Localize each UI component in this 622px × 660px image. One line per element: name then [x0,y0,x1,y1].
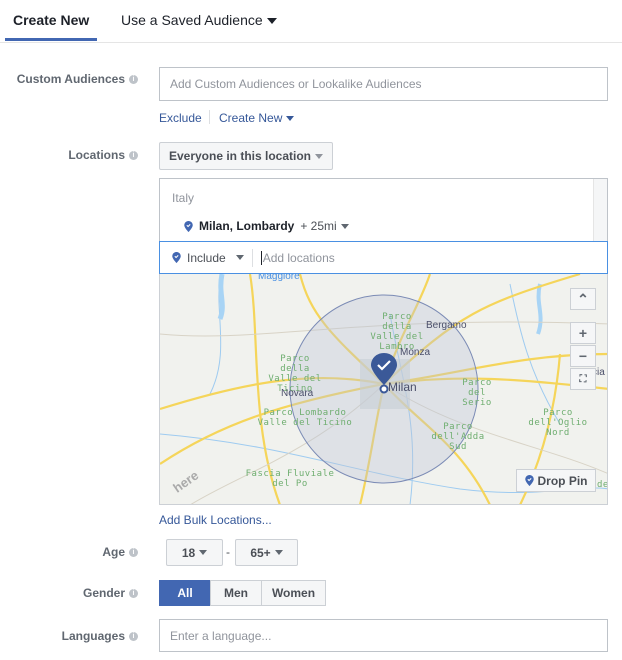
gender-men-button[interactable]: Men [210,580,262,606]
caret-down-icon [199,550,208,555]
tab-create-new[interactable]: Create New [13,12,89,28]
info-icon[interactable]: i [129,547,138,557]
languages-label: Languages i [62,629,138,643]
map-label-lambro: Parco della Valle del Lambro [370,312,424,352]
gender-label: Gender i [83,586,138,600]
label-text: Gender [82,586,125,600]
tab-use-saved-audience[interactable]: Use a Saved Audience [121,12,277,28]
location-pin-icon [184,220,193,232]
exclude-link[interactable]: Exclude [159,111,202,125]
drop-pin-label: Drop Pin [537,473,588,488]
radius-value: + 25mi [300,219,337,233]
add-locations-input[interactable]: Add locations [260,250,335,265]
gender-women-button[interactable]: Women [261,580,326,606]
gender-all-button[interactable]: All [159,580,211,606]
age-label: Age i [102,545,138,559]
add-locations-row: Include Add locations [159,241,608,274]
collapse-map-button[interactable]: ⌃ [570,288,596,310]
caret-down-icon [266,18,277,25]
include-label: Include [187,250,226,265]
zoom-out-button[interactable]: − [570,345,596,367]
divider [209,110,210,124]
map-label-milan: Milan [388,380,417,394]
map-label-oglio: Parco dell'Oglio Nord [528,408,588,438]
info-icon[interactable]: i [129,150,138,160]
location-map[interactable]: Maggiore Parco della Valle del Lambro Be… [159,274,608,505]
caret-down-icon [274,550,283,555]
audience-tabs: Create New Use a Saved Audience [0,0,622,43]
age-max-dropdown[interactable]: 65+ [235,539,298,566]
custom-audiences-label: Custom Audiences i [17,72,138,86]
caret-down-icon [235,255,244,260]
map-label-monza: Monza [400,347,431,358]
map-label-maggiore: Maggiore [258,274,300,282]
label-text: Age [102,545,125,559]
location-pin-icon [524,475,534,486]
add-bulk-locations-link[interactable]: Add Bulk Locations... [159,513,272,527]
label-text: Locations [68,148,125,162]
map-label-serio: Parco del Serio [462,378,492,408]
tab-label: Use a Saved Audience [121,12,263,28]
map-label-bergamo: Bergamo [426,320,467,331]
focus-icon: ⛶ [579,373,587,385]
age-max-value: 65+ [250,545,271,560]
caret-down-icon [340,224,349,230]
custom-audiences-input[interactable]: Add Custom Audiences or Lookalike Audien… [159,67,608,101]
label-text: Languages [61,629,125,643]
location-pin-icon [172,252,181,263]
languages-input[interactable]: Enter a language... [159,619,608,652]
map-label-adda: Parco dell'Adda Sud [431,422,485,452]
placeholder: Enter a language... [170,628,272,643]
age-min-value: 18 [181,545,196,560]
selected-location: Milan, Lombardy + 25mi [184,219,349,233]
label-text: Custom Audiences [16,72,125,86]
map-label-edge2: de [597,480,608,490]
info-icon[interactable]: i [129,631,138,641]
country-heading: Italy [172,191,195,205]
zoom-in-button[interactable]: + [570,322,596,344]
map-label-lombardo: Parco Lombardo Valle del Ticino [257,408,353,428]
map-label-po: Fascia Fluviale del Po [245,469,335,489]
create-new-dropdown[interactable]: Create New [219,111,295,125]
locations-label: Locations i [68,148,138,162]
scrollbar[interactable] [593,179,607,242]
info-icon[interactable]: i [129,588,138,598]
caret-down-icon [315,153,324,159]
active-tab-indicator [5,38,97,41]
age-separator: - [226,545,230,559]
age-min-dropdown[interactable]: 18 [166,539,223,566]
radius-dropdown[interactable]: + 25mi [300,219,349,233]
caret-down-icon [286,116,295,122]
dropdown-label: Everyone in this location [168,149,312,163]
placeholder: Add Custom Audiences or Lookalike Audien… [170,77,422,91]
recenter-button[interactable]: ⛶ [570,368,596,390]
location-type-dropdown[interactable]: Everyone in this location [159,142,333,170]
drop-pin-button[interactable]: Drop Pin [516,469,596,492]
link-text: Create New [219,111,283,125]
include-dropdown[interactable]: Include [160,248,253,267]
info-icon[interactable]: i [129,74,138,84]
location-name: Milan, Lombardy [199,219,295,233]
map-label-novara: Novara [281,388,314,399]
